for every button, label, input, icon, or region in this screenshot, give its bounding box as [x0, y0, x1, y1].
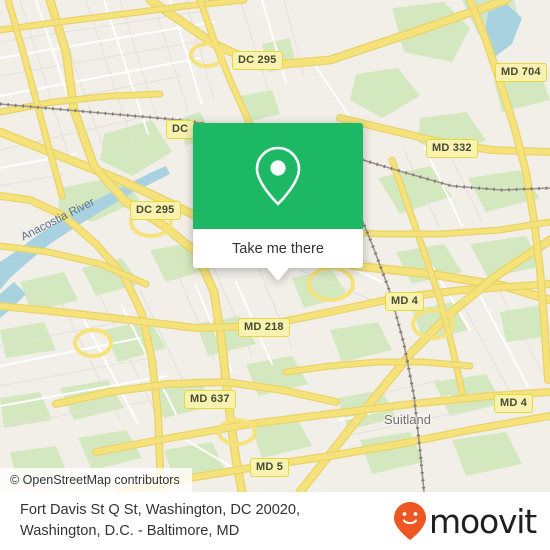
popup-header	[193, 123, 363, 229]
address-line-1: Fort Davis St Q St, Washington, DC 20020…	[20, 502, 301, 518]
moovit-wordmark: moovit	[429, 501, 537, 541]
popup-pointer-tail	[267, 268, 289, 281]
road-shield-md-5[interactable]: MD 5	[250, 458, 290, 477]
road-shield-md-4-center[interactable]: MD 4	[385, 292, 425, 311]
map-canvas[interactable]: .rd { stroke:#f6e27a; fill:none; stroke-…	[0, 0, 550, 492]
map-pin-icon	[255, 146, 301, 206]
road-shield-dc-295-north[interactable]: DC 295	[232, 51, 283, 70]
road-shield-dc-295-west[interactable]: DC 295	[130, 201, 181, 220]
popup-footer[interactable]: Take me there	[193, 229, 363, 281]
road-shield-md-704[interactable]: MD 704	[495, 63, 547, 82]
road-shield-md-218[interactable]: MD 218	[238, 318, 290, 337]
road-shield-md-637[interactable]: MD 637	[184, 390, 236, 409]
moovit-logo[interactable]: moovit	[393, 501, 537, 541]
location-popup-card[interactable]: Take me there	[193, 123, 363, 281]
road-shield-md-332[interactable]: MD 332	[426, 139, 478, 158]
footer-bar: Fort Davis St Q St, Washington, DC 20020…	[0, 492, 550, 550]
map-attribution[interactable]: © OpenStreetMap contributors	[0, 468, 192, 492]
place-label-suitland: Suitland	[384, 412, 431, 427]
road-shield-md-4-east[interactable]: MD 4	[494, 394, 534, 413]
moovit-pin-smiley-icon	[394, 502, 427, 540]
address-line-2: Washington, D.C. - Baltimore, MD	[20, 523, 240, 539]
moovit-map-screenshot: .rd { stroke:#f6e27a; fill:none; stroke-…	[0, 0, 550, 550]
address-block: Fort Davis St Q St, Washington, DC 20020…	[20, 500, 300, 542]
attribution-text: © OpenStreetMap contributors	[10, 473, 180, 487]
road-shield-dc[interactable]: DC	[166, 120, 195, 139]
take-me-there-label: Take me there	[232, 240, 324, 257]
